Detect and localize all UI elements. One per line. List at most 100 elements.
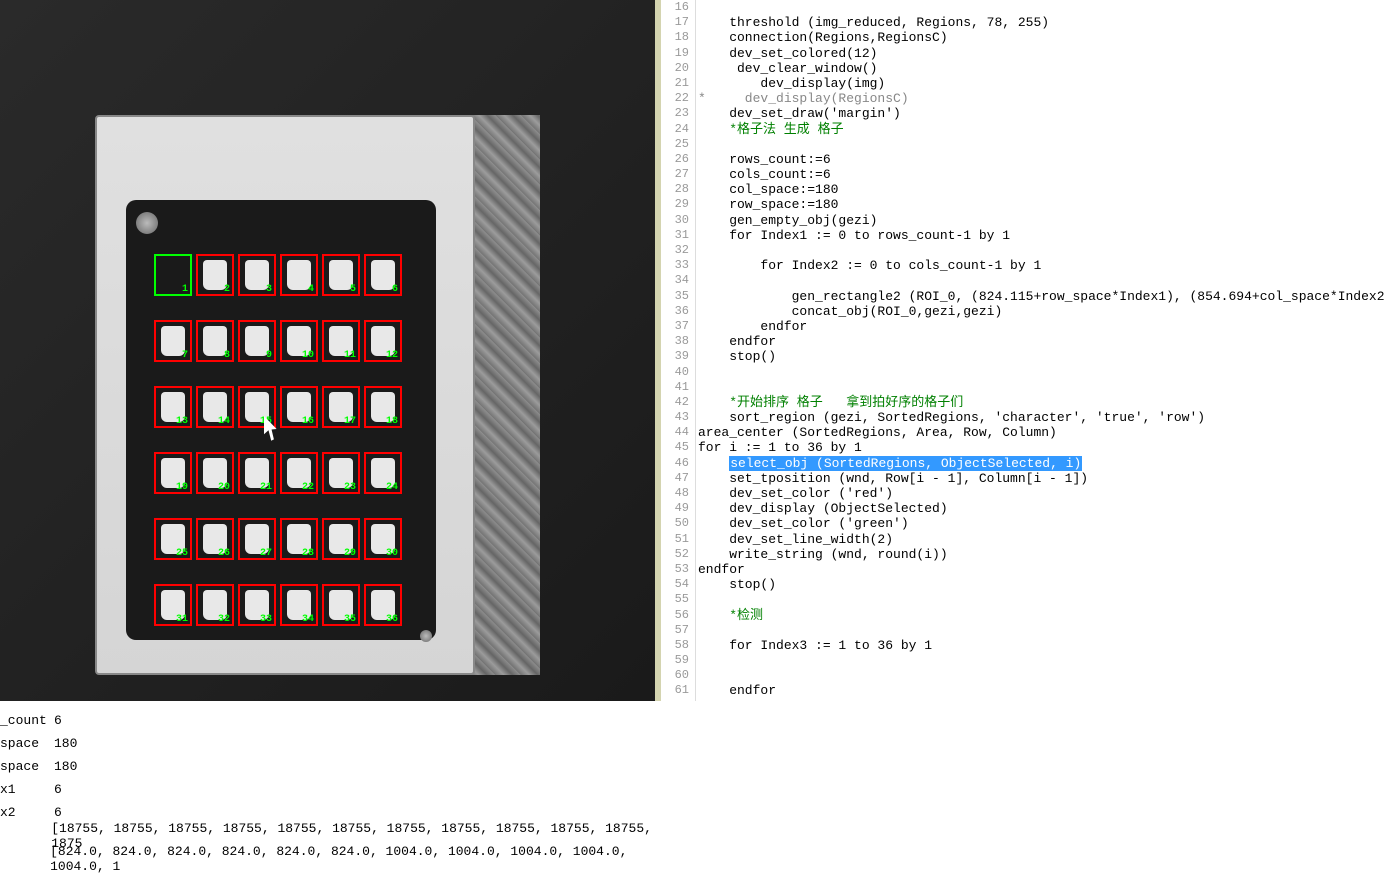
line-number: 20 (658, 61, 695, 76)
code-line[interactable]: *检测 (698, 608, 1385, 623)
code-line[interactable]: dev_set_draw('margin') (698, 106, 1385, 121)
grid-cell: 16 (280, 386, 318, 428)
cell-label: 17 (344, 416, 356, 427)
variable-row[interactable]: space180 (0, 755, 658, 778)
cell-label: 34 (302, 614, 314, 625)
code-line[interactable] (698, 699, 1385, 701)
grid-cell: 22 (280, 452, 318, 494)
line-number: 53 (658, 562, 695, 577)
variable-row[interactable]: x16 (0, 778, 658, 801)
line-number: 40 (658, 365, 695, 380)
code-line[interactable]: endfor (698, 334, 1385, 349)
code-line[interactable]: dev_set_line_width(2) (698, 532, 1385, 547)
cell-label: 1 (182, 284, 188, 295)
line-number: 18 (658, 30, 695, 45)
code-line[interactable] (698, 0, 1385, 15)
code-line[interactable] (698, 592, 1385, 607)
code-line[interactable]: row_space:=180 (698, 197, 1385, 212)
grid-cell: 6 (364, 254, 402, 296)
variable-row[interactable]: _count6 (0, 709, 658, 732)
grid-cell: 4 (280, 254, 318, 296)
variable-panel[interactable]: _count6space180space180x16x26[18755, 187… (0, 701, 658, 865)
code-line[interactable]: set_tposition (wnd, Row[i - 1], Column[i… (698, 471, 1385, 486)
code-line[interactable]: select_obj (SortedRegions, ObjectSelecte… (698, 456, 1385, 471)
code-line[interactable]: gen_rectangle2 (ROI_0, (824.115+row_spac… (698, 289, 1385, 304)
metal-texture (470, 115, 540, 675)
code-line[interactable]: dev_clear_window() (698, 61, 1385, 76)
code-line[interactable]: dev_set_color ('green') (698, 516, 1385, 531)
code-line[interactable]: gen_empty_obj(gezi) (698, 213, 1385, 228)
code-line[interactable] (698, 380, 1385, 395)
code-line[interactable]: dev_set_color ('red') (698, 486, 1385, 501)
code-line[interactable]: endfor (698, 683, 1385, 698)
code-line[interactable]: col_space:=180 (698, 182, 1385, 197)
variable-row[interactable]: [824.0, 824.0, 824.0, 824.0, 824.0, 824.… (0, 847, 658, 870)
code-line[interactable]: dev_display (ObjectSelected) (698, 501, 1385, 516)
code-line[interactable]: connection(Regions,RegionsC) (698, 30, 1385, 45)
code-line[interactable]: threshold (img_reduced, Regions, 78, 255… (698, 15, 1385, 30)
graphics-window[interactable]: 1234567891011121314151617181920212223242… (0, 0, 658, 701)
code-line[interactable]: dev_display(img) (698, 76, 1385, 91)
cell-label: 6 (392, 284, 398, 295)
code-line[interactable]: *格子法 生成 格子 (698, 122, 1385, 137)
line-number: 56 (658, 608, 695, 623)
line-number: 31 (658, 228, 695, 243)
grid-cell: 27 (238, 518, 276, 560)
grid-cell: 13 (154, 386, 192, 428)
line-number: 22 (658, 91, 695, 106)
code-line[interactable]: stop() (698, 349, 1385, 364)
cell-label: 22 (302, 482, 314, 493)
cell-label: 33 (260, 614, 272, 625)
line-number: 61 (658, 683, 695, 698)
code-line[interactable]: concat_obj(ROI_0,gezi,gezi) (698, 304, 1385, 319)
code-line[interactable]: endfor (698, 562, 1385, 577)
code-line[interactable]: for i := 1 to 36 by 1 (698, 440, 1385, 455)
cell-label: 35 (344, 614, 356, 625)
code-line[interactable]: sort_region (gezi, SortedRegions, 'chara… (698, 410, 1385, 425)
cell-label: 23 (344, 482, 356, 493)
code-line[interactable]: cols_count:=6 (698, 167, 1385, 182)
cell-label: 36 (386, 614, 398, 625)
code-line[interactable] (698, 243, 1385, 258)
line-number: 33 (658, 258, 695, 273)
grid-cell: 20 (196, 452, 234, 494)
variable-row[interactable]: space180 (0, 732, 658, 755)
grid-cell: 7 (154, 320, 192, 362)
code-line[interactable] (698, 273, 1385, 288)
code-line[interactable]: *开始排序 格子 拿到拍好序的格子们 (698, 395, 1385, 410)
cell-label: 11 (344, 350, 356, 361)
grid-cell: 15 (238, 386, 276, 428)
code-line[interactable]: rows_count:=6 (698, 152, 1385, 167)
code-line[interactable]: for Index1 := 0 to rows_count-1 by 1 (698, 228, 1385, 243)
line-number: 28 (658, 182, 695, 197)
grid-cell: 3 (238, 254, 276, 296)
cell-label: 31 (176, 614, 188, 625)
code-line[interactable]: endfor (698, 319, 1385, 334)
code-area[interactable]: threshold (img_reduced, Regions, 78, 255… (696, 0, 1385, 701)
code-line[interactable]: write_string (wnd, round(i)) (698, 547, 1385, 562)
grid-cell: 30 (364, 518, 402, 560)
cell-label: 19 (176, 482, 188, 493)
code-line[interactable]: for Index3 := 1 to 36 by 1 (698, 638, 1385, 653)
code-line[interactable] (698, 623, 1385, 638)
detection-grid: 1234567891011121314151617181920212223242… (154, 254, 402, 632)
code-editor[interactable]: 1617181920212223242526272829303132333435… (658, 0, 1385, 701)
code-line[interactable] (698, 653, 1385, 668)
variable-name: space (0, 736, 54, 751)
cell-label: 5 (350, 284, 356, 295)
code-line[interactable]: area_center (SortedRegions, Area, Row, C… (698, 425, 1385, 440)
splitter-handle[interactable] (655, 0, 661, 701)
line-number: 50 (658, 516, 695, 531)
code-line[interactable]: for Index2 := 0 to cols_count-1 by 1 (698, 258, 1385, 273)
cell-label: 27 (260, 548, 272, 559)
cell-label: 10 (302, 350, 314, 361)
code-line[interactable] (698, 365, 1385, 380)
code-line[interactable] (698, 137, 1385, 152)
cell-label: 2 (224, 284, 230, 295)
code-line[interactable]: dev_set_colored(12) (698, 46, 1385, 61)
grid-cell: 8 (196, 320, 234, 362)
code-line[interactable] (698, 668, 1385, 683)
code-line[interactable]: stop() (698, 577, 1385, 592)
line-number: 25 (658, 137, 695, 152)
code-line[interactable]: * dev_display(RegionsC) (698, 91, 1385, 106)
